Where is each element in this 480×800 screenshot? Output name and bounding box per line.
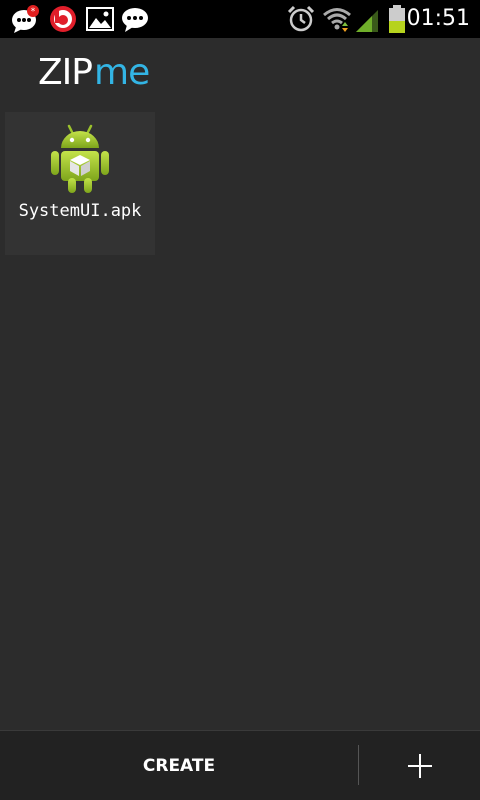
beats-icon <box>50 6 76 32</box>
signal-icon <box>356 10 378 32</box>
alarm-icon <box>287 5 315 32</box>
logo-me-text: me <box>94 52 150 93</box>
status-time: 01:51 <box>406 6 470 31</box>
chat-bubble-icon <box>122 8 148 32</box>
image-icon <box>86 7 114 31</box>
file-tile[interactable]: SystemUI.apk <box>5 112 155 255</box>
svg-text:*: * <box>31 7 36 17</box>
chat-bubble-alert-icon: * <box>12 5 39 33</box>
add-button[interactable] <box>359 731 480 800</box>
logo-zip-text: ZIP <box>38 52 93 93</box>
plus-icon <box>407 753 432 778</box>
app-logo: ZIPme <box>38 52 150 94</box>
screen: * 01:51 ZIPme SystemUI.apk CREATE <box>0 0 480 800</box>
status-bar: * 01:51 <box>0 0 480 38</box>
create-button[interactable]: CREATE <box>0 731 358 800</box>
file-name: SystemUI.apk <box>18 201 142 221</box>
wifi-icon <box>323 8 351 32</box>
app-header: ZIPme <box>0 38 480 110</box>
android-package-icon <box>51 124 109 193</box>
bottom-action-bar: CREATE <box>0 730 480 800</box>
